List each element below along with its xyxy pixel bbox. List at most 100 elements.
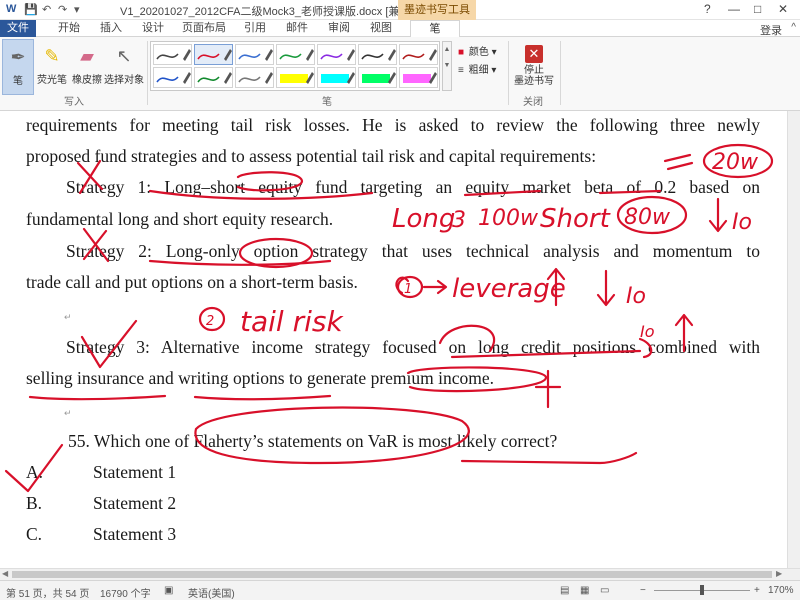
tab-view[interactable]: 视图 [364, 20, 398, 37]
pen-color-button[interactable]: ■ 颜色 ▾ [458, 43, 497, 58]
undo-icon[interactable]: ↶ [42, 3, 51, 16]
option-a-letter: A. [26, 462, 44, 482]
horizontal-scroll-thumb[interactable] [12, 571, 772, 578]
web-layout-icon[interactable]: ▭ [600, 585, 609, 596]
pen-swatch-8[interactable] [153, 67, 192, 88]
select-objects-label: 选择对象 [104, 75, 144, 86]
pen-gallery [150, 41, 440, 91]
redo-icon[interactable]: ↷ [58, 3, 67, 16]
pen-swatch-14[interactable] [399, 67, 438, 88]
option-b-text: Statement 2 [93, 493, 177, 513]
doc-line-8: selling insurance and writing options to… [26, 368, 495, 388]
tab-references[interactable]: 引用 [238, 20, 272, 37]
pen-tool-label: 笔 [13, 76, 23, 87]
close-button[interactable]: ✕ [778, 2, 788, 16]
highlighter-tool-label: 荧光笔 [37, 75, 67, 86]
quick-access-dropdown-icon[interactable]: ▾ [74, 3, 80, 16]
ink-text-tail-risk: tail risk [240, 305, 344, 338]
doc-line-7: Strategy 3: Alternative income strategy … [66, 337, 760, 357]
pen-swatch-6[interactable] [358, 44, 397, 65]
vertical-scrollbar[interactable] [787, 111, 800, 580]
tab-mailings[interactable]: 邮件 [280, 20, 314, 37]
tab-file[interactable]: 文件 [0, 20, 36, 37]
horizontal-scrollbar[interactable]: ◀ ▶ [0, 568, 800, 580]
pen-stroke-icon [279, 49, 314, 61]
collapse-ribbon-icon[interactable]: ^ [791, 22, 796, 33]
tab-review[interactable]: 审阅 [322, 20, 356, 37]
pen-swatch-11[interactable] [276, 67, 315, 88]
ink-circle-1 [396, 275, 424, 299]
status-page[interactable]: 第 51 页，共 54 页 [6, 585, 89, 600]
group-separator [560, 41, 561, 105]
proofing-icon[interactable]: ▣ [164, 585, 173, 596]
status-words[interactable]: 16790 个字 [100, 585, 151, 600]
eraser-tool-button[interactable]: ▰ 橡皮擦 [70, 39, 104, 95]
option-c-letter: C. [26, 524, 43, 544]
pen-swatch-4[interactable] [276, 44, 315, 65]
pen-swatch-5[interactable] [317, 44, 356, 65]
eraser-tool-label: 橡皮擦 [72, 75, 102, 86]
tab-design[interactable]: 设计 [136, 20, 170, 37]
pen-stroke-icon [238, 49, 273, 61]
doc-line-3: Strategy 1: Long–short equity fund targe… [66, 177, 760, 197]
pen-color-icon: ■ [458, 47, 465, 58]
restore-button[interactable]: □ [754, 2, 761, 16]
zoom-slider-thumb[interactable] [700, 585, 704, 595]
zoom-in-button[interactable]: + [754, 585, 760, 596]
paragraph-mark: ↵ [64, 408, 72, 418]
read-mode-icon[interactable]: ▤ [560, 585, 569, 596]
pen-thickness-button[interactable]: ≡ 粗细 ▾ [458, 61, 496, 76]
login-link[interactable]: 登录 [760, 22, 782, 38]
document-title: V1_20201027_2012CFA二级Mock3_老师授课版.docx [兼… [120, 6, 431, 18]
ink-circle-2 [198, 306, 226, 332]
ink-text-io-2: Io [626, 284, 646, 309]
gallery-scroll-icon[interactable]: ▲ ▼ [442, 41, 452, 91]
option-b-letter: B. [26, 493, 43, 513]
ink-circle-80w [616, 195, 688, 235]
doc-line-6: trade call and put options on a short-te… [26, 272, 358, 292]
pen-swatch-7[interactable] [399, 44, 438, 65]
status-language[interactable]: 英语(美国) [188, 585, 235, 600]
select-objects-button[interactable]: ↖ 选择对象 [104, 39, 144, 95]
save-icon[interactable]: 💾 [24, 3, 38, 16]
pen-swatch-1[interactable] [153, 44, 192, 65]
stop-inking-label-1: 停止 [524, 65, 544, 76]
tab-pen[interactable]: 笔 [410, 20, 460, 37]
zoom-out-button[interactable]: − [640, 585, 646, 596]
scroll-right-icon[interactable]: ▶ [776, 569, 782, 578]
pen-stroke-icon [156, 72, 191, 84]
print-layout-icon[interactable]: ▦ [580, 585, 589, 596]
pen-tool-button[interactable]: ✒ 笔 [2, 39, 34, 95]
ink-text-80w: 80w [624, 205, 671, 230]
pen-swatch-13[interactable] [358, 67, 397, 88]
tab-insert[interactable]: 插入 [94, 20, 128, 37]
ink-underline [28, 394, 167, 401]
ink-text-leverage: leverage [452, 274, 566, 304]
pen-stroke-icon [361, 49, 396, 61]
pen-color-label: 颜色 [468, 47, 489, 58]
pen-swatch-9[interactable] [194, 67, 233, 88]
help-icon[interactable]: ? [704, 2, 711, 16]
minimize-button[interactable]: — [728, 2, 740, 16]
pen-swatch-10[interactable] [235, 67, 274, 88]
stop-inking-button[interactable]: ✕ 停止 墨迹书写 [512, 39, 556, 95]
ink-text-io-1: Io [732, 210, 752, 235]
tab-layout[interactable]: 页面布局 [178, 20, 230, 37]
zoom-level[interactable]: 170% [768, 585, 794, 596]
highlighter-tool-button[interactable]: ✎ 荧光笔 [35, 39, 69, 95]
word-window: W 💾 ↶ ↷ ▾ V1_20201027_2012CFA二级Mock3_老师授… [0, 0, 800, 600]
pen-swatch-3[interactable] [235, 44, 274, 65]
ink-text-3: 3 [452, 208, 466, 233]
status-bar: 第 51 页，共 54 页 16790 个字 ▣ 英语(美国) ▤ ▦ ▭ − … [0, 580, 800, 600]
paragraph-mark: ↵ [64, 312, 72, 322]
tab-home[interactable]: 开始 [52, 20, 86, 37]
pens-group-label: 笔 [322, 97, 332, 108]
document-area[interactable]: requirements for meeting tail risk losse… [0, 111, 800, 580]
highlighter-icon: ✎ [44, 46, 60, 66]
scroll-left-icon[interactable]: ◀ [2, 569, 8, 578]
pen-swatch-12[interactable] [317, 67, 356, 88]
pen-stroke-icon [197, 49, 232, 61]
ink-text-short: Short [540, 204, 611, 234]
pen-swatch-2[interactable] [194, 44, 233, 65]
pen-stroke-icon [197, 72, 232, 84]
